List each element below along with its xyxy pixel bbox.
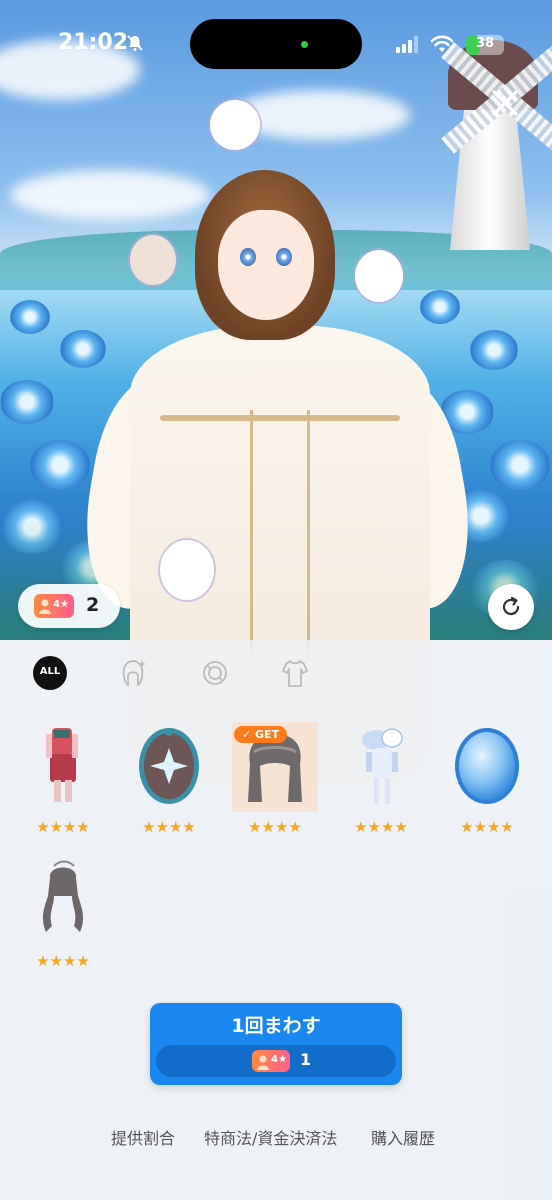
tab-all[interactable]: ALL [33,656,67,690]
refresh-button[interactable] [488,584,534,630]
legal-notice-link[interactable]: 特商法/資金決済法 [204,1125,337,1149]
flower [0,380,54,424]
rarity-stars: ★★★★ [354,818,408,836]
bunny-plush [355,250,403,302]
tab-hair[interactable] [116,656,150,690]
gacha-item[interactable]: ★★★★ [124,722,214,852]
spin-once-button[interactable]: 1回まわす 4★ 1 [150,1003,402,1085]
long-hair-item-icon [42,860,84,932]
battery-percent: 38 [475,36,495,51]
orb-item-icon [455,728,519,804]
get-label: GET [255,728,280,741]
refresh-icon [502,596,520,616]
ticket-balance: 4★ 2 [18,584,120,628]
rarity-stars: ★★★★ [460,818,514,836]
tab-all-label: ALL [39,666,61,677]
gacha-item[interactable]: ★★★★ [18,856,108,986]
person-icon [257,1055,269,1070]
bear-plush [130,235,176,285]
cost-rarity: 4★ [271,1054,287,1065]
spin-cost: 4★ 1 [156,1045,396,1077]
rarity-stars: ★★★★ [36,952,90,970]
gacha-item[interactable]: ★★★★ [442,722,532,852]
rates-link[interactable]: 提供割合 [111,1125,175,1149]
rarity-stars: ★★★★ [36,818,90,836]
gacha-item-owned[interactable]: ✓ GET ★★★★ [230,722,320,852]
ticket-4star-icon: 4★ [252,1050,290,1072]
cellular-signal-icon [396,36,418,53]
person-icon [39,599,51,614]
bunny-plush [210,100,260,150]
battery-indicator: 38 [466,35,504,55]
ticket-rarity: 4★ [53,599,69,610]
bell-muted-icon [127,35,143,51]
gacha-item[interactable]: ★★★★ [336,722,426,852]
purchase-history-link[interactable]: 購入履歴 [371,1125,435,1149]
flower [10,300,50,334]
tab-outfit[interactable] [278,656,312,690]
camera-indicator [301,41,308,48]
costume-item-icon [362,728,403,804]
ticket-count: 2 [86,594,100,616]
flower [470,330,518,370]
bunny-plush [160,540,214,600]
check-icon: ✓ [242,728,256,741]
frame-badge-item-icon [139,728,199,804]
owned-badge: ✓ GET [234,726,288,743]
outfit-item-icon [46,728,78,802]
rarity-stars: ★★★★ [248,818,302,836]
wifi-icon [430,35,454,52]
spin-once-label: 1回まわす [231,1015,321,1037]
gacha-item[interactable]: ★★★★ [18,722,108,852]
ticket-4star-icon: 4★ [34,594,74,618]
tab-accessory[interactable] [198,656,232,690]
cost-count: 1 [300,1050,312,1069]
flower [490,440,550,490]
flower [30,440,90,490]
status-time: 21:02 [58,30,129,55]
dynamic-island [190,19,362,69]
close-button[interactable] [488,86,522,120]
rarity-stars: ★★★★ [142,818,196,836]
